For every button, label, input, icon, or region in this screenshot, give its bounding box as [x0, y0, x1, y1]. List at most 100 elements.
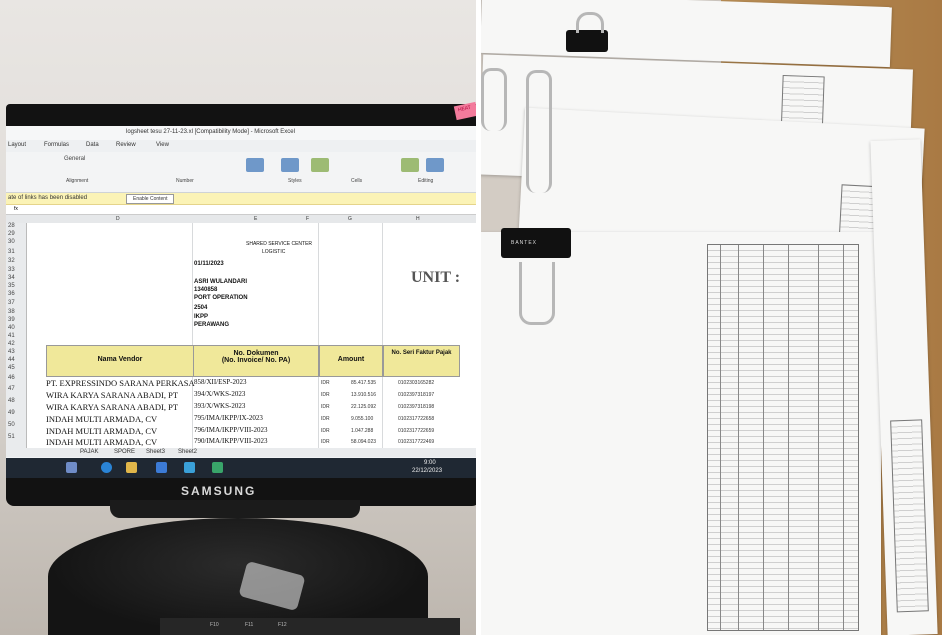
info-id: 1340858	[194, 287, 218, 293]
tax-cell: 0102303165282	[398, 380, 435, 386]
col-d[interactable]: D	[116, 216, 120, 222]
amount-cell: 1.047.288	[351, 428, 374, 434]
col-h[interactable]: H	[416, 216, 420, 222]
vendor-cell: INDAH MULTI ARMADA, CV	[46, 437, 158, 447]
header-amount: Amount	[319, 345, 383, 377]
table-column-line	[818, 245, 819, 630]
row-num: 38	[8, 309, 15, 315]
tab-sheet2[interactable]: Sheet2	[178, 449, 197, 455]
printed-table	[707, 244, 859, 631]
window-title: logsheet tesu 27-11-23.xl [Compatibility…	[126, 129, 295, 135]
col-e[interactable]: E	[254, 216, 257, 222]
table-column-line	[843, 245, 844, 630]
format-table-icon[interactable]	[281, 158, 299, 172]
key-f10: F10	[210, 622, 219, 628]
grid-line	[318, 223, 319, 448]
enable-content-button[interactable]: Enable Content	[126, 194, 175, 204]
menu-layout[interactable]: Layout	[8, 142, 26, 148]
tax-cell: 0102397318197	[398, 392, 435, 398]
windows-taskbar: 9:00 22/12/2023	[6, 458, 476, 478]
row-num: 43	[8, 349, 15, 355]
header-line-2: LOGISTIC	[262, 249, 286, 255]
row-num: 42	[8, 341, 15, 347]
binder-clip-handle	[481, 68, 507, 131]
task-view-icon[interactable]	[66, 462, 77, 473]
clock-time: 9:00	[424, 460, 436, 466]
menu-formulas[interactable]: Formulas	[44, 142, 69, 148]
key-f11: F11	[245, 622, 254, 628]
security-warning-bar: ate of links has been disabled Enable Co…	[6, 193, 476, 205]
row-num: 35	[8, 283, 15, 289]
row-num: 47	[8, 386, 15, 392]
row-num: 36	[8, 291, 15, 297]
outlook-icon[interactable]	[156, 462, 167, 473]
tax-cell: 0102397318198	[398, 404, 435, 410]
tab-spore[interactable]: SPORE	[114, 449, 135, 455]
row-num: 31	[8, 249, 15, 255]
formula-bar[interactable]: fx	[6, 205, 476, 215]
doc-cell: 790/IMA/IKPP/VIII-2023	[194, 437, 268, 445]
binder-clip: BANTEX	[501, 228, 571, 258]
header-line-1: SHARED SERVICE CENTER	[246, 241, 313, 247]
worksheet[interactable]: 28 29 30 31 32 33 34 35 36 37 38 39 40 4…	[6, 223, 476, 448]
tab-pajak[interactable]: PAJAK	[80, 449, 99, 455]
row-num: 45	[8, 365, 15, 371]
ribbon-cells-label: Cells	[351, 178, 363, 184]
grid-line	[192, 223, 193, 448]
currency-cell: IDR	[321, 380, 330, 386]
excel-ribbon: General Alignment Number Styles Cells Ed…	[6, 152, 476, 193]
table-column-line	[720, 245, 721, 630]
row-numbers: 28 29 30 31 32 33 34 35 36 37 38 39 40 4…	[6, 223, 27, 448]
row-num: 41	[8, 333, 15, 339]
monitor: logsheet tesu 27-11-23.xl [Compatibility…	[6, 104, 476, 506]
excel-screen: logsheet tesu 27-11-23.xl [Compatibility…	[6, 126, 476, 478]
row-num: 39	[8, 317, 15, 323]
file-explorer-icon[interactable]	[126, 462, 137, 473]
doc-cell: 796/IMA/IKPP/VIII-2023	[194, 426, 268, 434]
find-select-icon[interactable]	[426, 158, 444, 172]
keyboard: F10 F11 F12	[160, 618, 460, 635]
col-g[interactable]: G	[348, 216, 352, 222]
number-format[interactable]: General	[64, 156, 85, 162]
app-icon[interactable]	[184, 462, 195, 473]
row-num: 51	[8, 434, 15, 440]
row-num: 28	[8, 223, 15, 229]
vendor-cell: PT. EXPRESSINDO SARANA PERKASA	[46, 378, 195, 388]
row-num: 32	[8, 258, 15, 264]
menu-data[interactable]: Data	[86, 142, 99, 148]
cell-styles-icon[interactable]	[311, 158, 329, 172]
header-doc-sub: (No. Invoice/ No. PA)	[221, 357, 291, 364]
ribbon-alignment-label: Alignment	[66, 178, 89, 184]
col-f[interactable]: F	[306, 216, 309, 222]
table-column-line	[738, 245, 739, 630]
menu-review[interactable]: Review	[116, 142, 136, 148]
edge-icon[interactable]	[101, 462, 112, 473]
menu-view[interactable]: View	[156, 142, 169, 148]
sort-filter-icon[interactable]	[401, 158, 419, 172]
info-location: PERAWANG	[194, 322, 230, 328]
clock-date: 22/12/2023	[412, 468, 443, 474]
table-column-line	[763, 245, 764, 630]
vendor-cell: INDAH MULTI ARMADA, CV	[46, 426, 158, 436]
ribbon-editing-label: Editing	[418, 178, 434, 184]
ribbon-styles-label: Styles	[288, 178, 302, 184]
header-vendor-text: Nama Vendor	[97, 356, 143, 363]
currency-cell: IDR	[321, 428, 330, 434]
tab-sheet3[interactable]: Sheet3	[146, 449, 165, 455]
clip-brand: BANTEX	[511, 240, 538, 246]
excel-taskbar-icon[interactable]	[212, 462, 223, 473]
header-doc: No. Dokumen (No. Invoice/ No. PA)	[193, 345, 319, 377]
binder-clip-handle	[519, 262, 555, 325]
conditional-formatting-icon[interactable]	[246, 158, 264, 172]
currency-cell: IDR	[321, 392, 330, 398]
info-date: 01/11/2023	[194, 261, 224, 267]
doc-cell: 394/X/WKS-2023	[194, 390, 246, 398]
header-vendor: Nama Vendor	[46, 345, 194, 377]
key-f12: F12	[278, 622, 287, 628]
row-num: 46	[8, 375, 15, 381]
amount-cell: 58.094.023	[351, 439, 377, 445]
warning-text: ate of links has been disabled	[8, 195, 88, 201]
tax-cell: 0102317722659	[398, 428, 435, 434]
row-num: 29	[8, 231, 15, 237]
doc-cell: 858/XII/ESP-2023	[194, 378, 247, 386]
